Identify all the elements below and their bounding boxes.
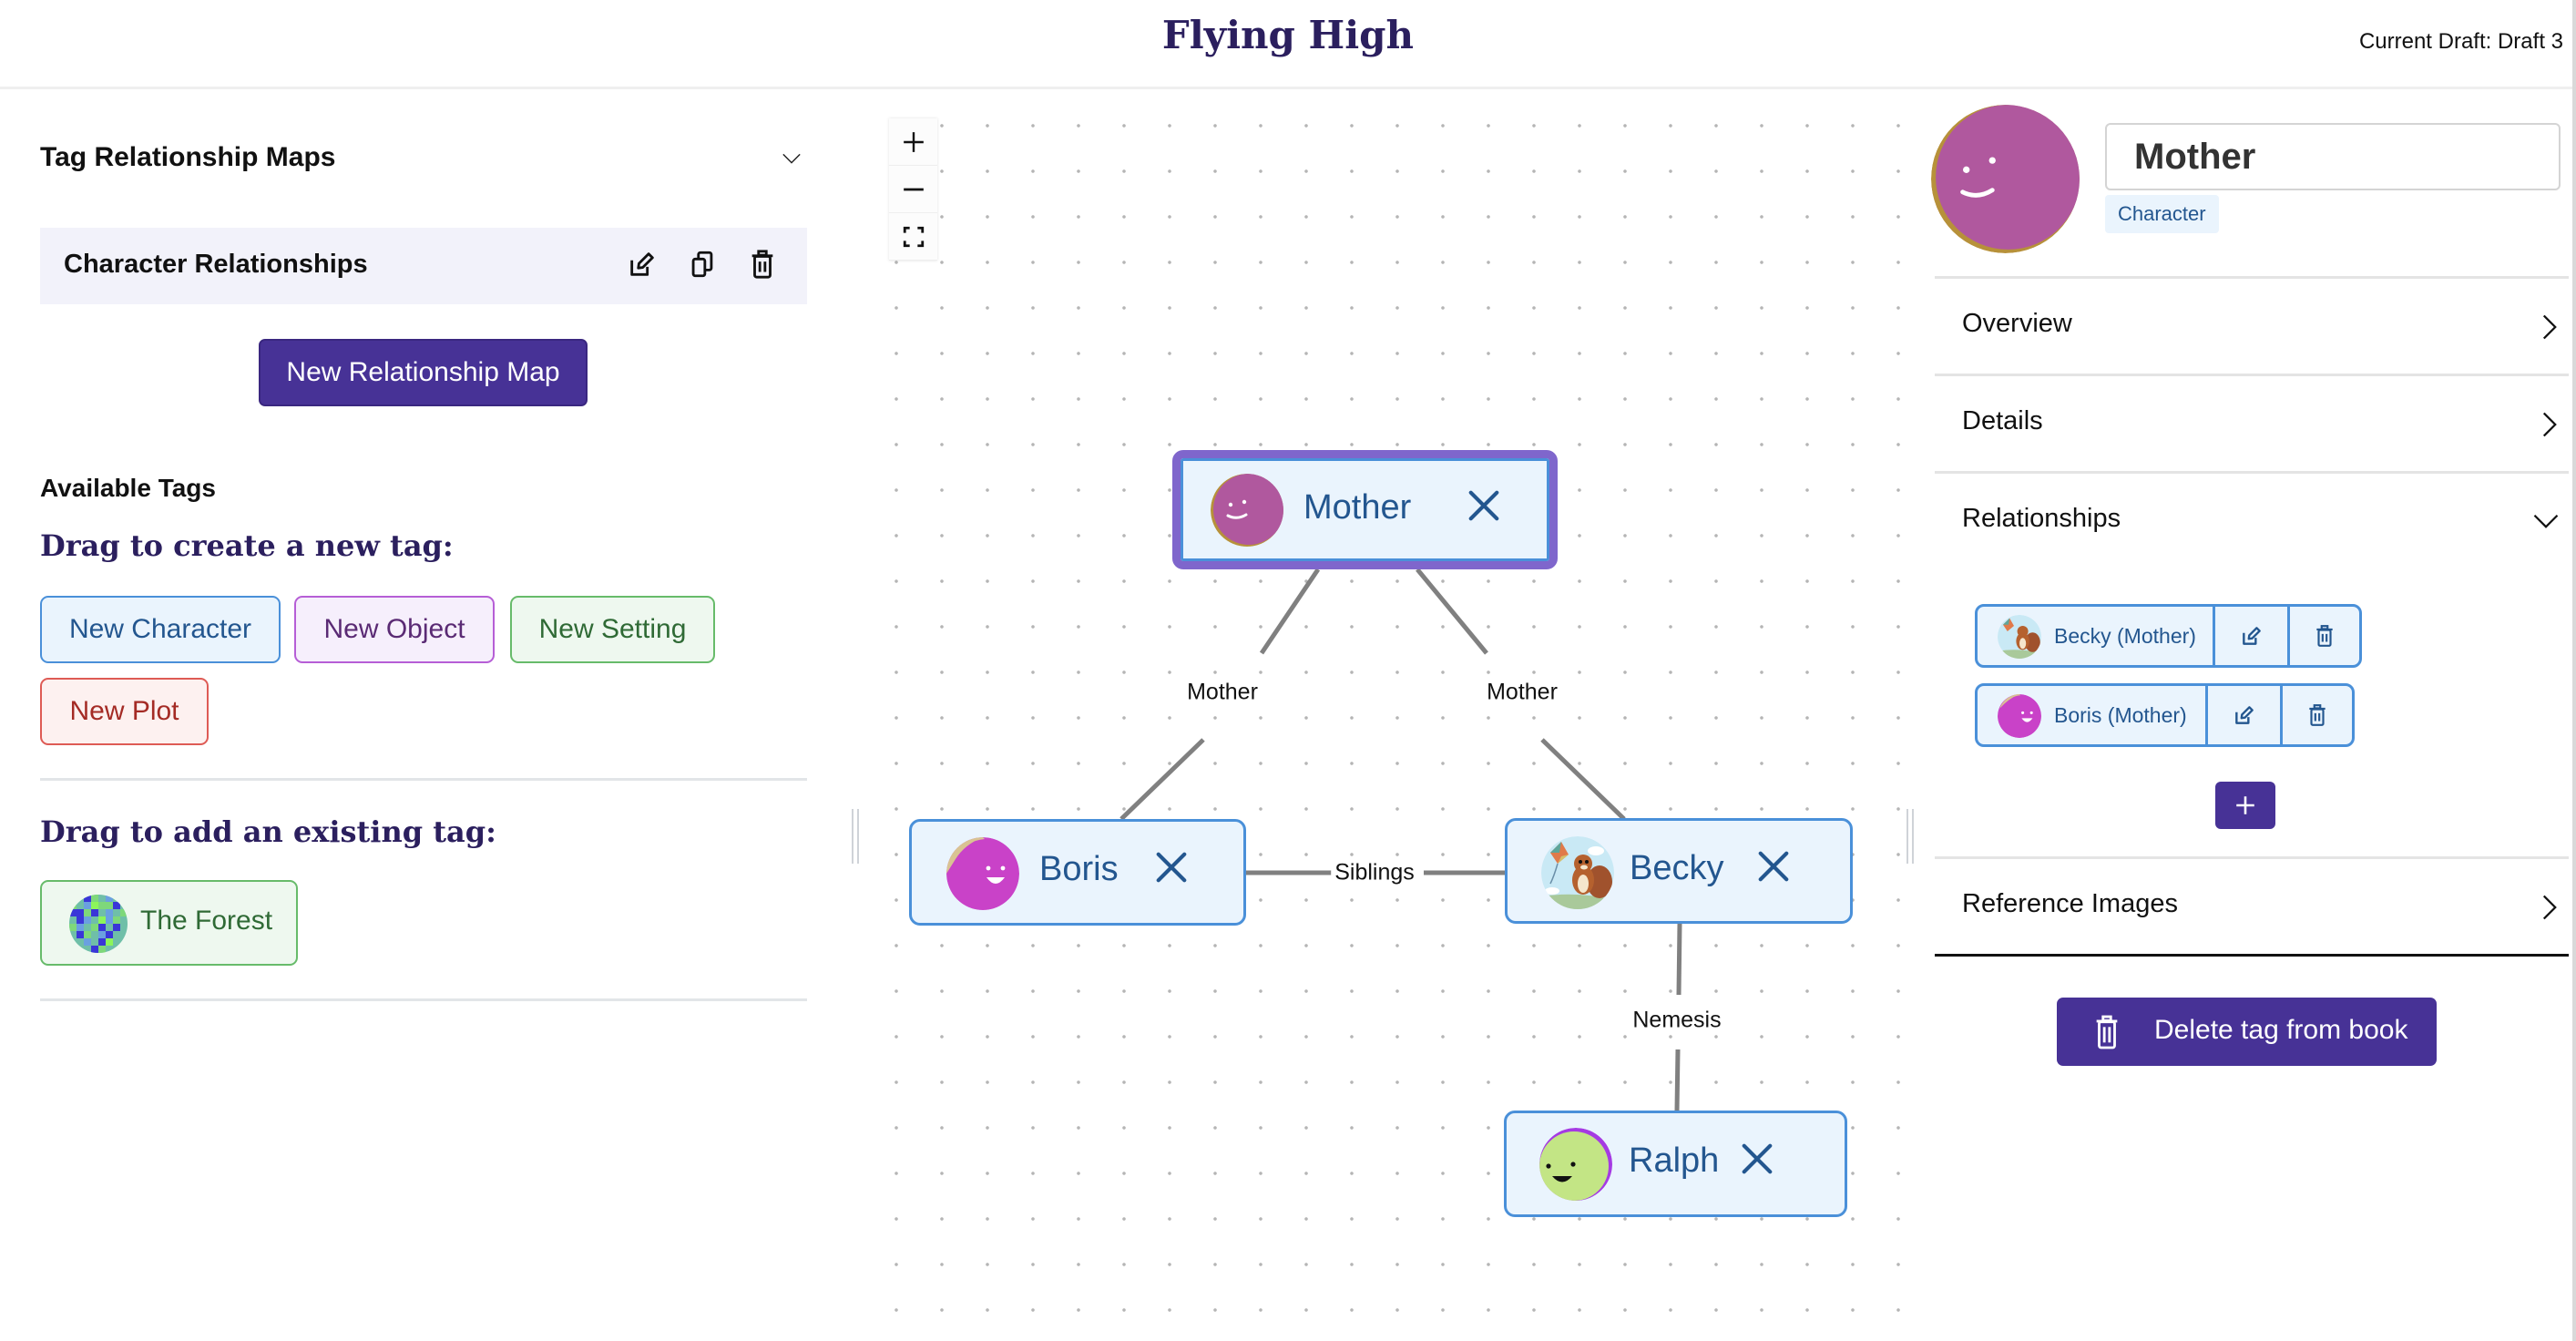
zoom-controls bbox=[889, 118, 937, 261]
edge-becky-ralph-a[interactable] bbox=[1676, 923, 1682, 996]
relationship-link[interactable]: Boris (Mother) bbox=[1978, 686, 2209, 744]
avatar bbox=[1211, 474, 1283, 547]
node-boris[interactable]: Boris bbox=[909, 819, 1246, 926]
window-edge bbox=[2572, 0, 2576, 1341]
add-relationship-button[interactable] bbox=[2215, 782, 2275, 829]
app-header: Flying High Current Draft: Draft 3 bbox=[0, 0, 2576, 89]
relationship-label: Becky (Mother) bbox=[2054, 624, 2196, 648]
edge-mother-becky-b[interactable] bbox=[1540, 738, 1626, 821]
create-tag-heading: Drag to create a new tag: bbox=[40, 528, 454, 563]
node-label: Ralph bbox=[1629, 1141, 1720, 1180]
existing-tag-the-forest[interactable]: The Forest bbox=[40, 880, 298, 966]
accordion-label: Overview bbox=[1962, 309, 2072, 338]
book-title: Flying High bbox=[1161, 13, 1415, 57]
divider bbox=[40, 998, 807, 1001]
available-tags-title: Available Tags bbox=[40, 474, 216, 502]
edge-label-mother-becky[interactable]: Mother bbox=[1483, 679, 1561, 706]
new-plot-tag[interactable]: New Plot bbox=[40, 678, 209, 745]
delete-relationship-button[interactable] bbox=[2280, 686, 2352, 744]
current-draft-label: Current Draft: Draft 3 bbox=[2358, 29, 2563, 54]
trash-icon bbox=[2316, 625, 2333, 647]
node-mother[interactable]: Mother bbox=[1172, 450, 1558, 569]
avatar bbox=[1541, 836, 1614, 909]
node-becky[interactable]: Becky bbox=[1505, 818, 1853, 924]
avatar bbox=[1998, 615, 2041, 659]
relationship-item: Becky (Mother) bbox=[1975, 604, 2362, 668]
edge-becky-ralph-b[interactable] bbox=[1674, 1049, 1681, 1111]
edit-relationship-button[interactable] bbox=[2208, 686, 2280, 744]
close-icon[interactable] bbox=[1756, 849, 1791, 884]
edit-icon[interactable] bbox=[627, 248, 658, 281]
relationship-map-item[interactable]: Character Relationships bbox=[40, 228, 807, 304]
existing-tag-heading: Drag to add an existing tag: bbox=[40, 814, 496, 849]
close-icon[interactable] bbox=[1740, 1141, 1774, 1176]
divider bbox=[1935, 954, 2569, 957]
zoom-in-button[interactable] bbox=[889, 118, 937, 166]
edge-mother-boris-a[interactable] bbox=[1259, 568, 1321, 655]
trash-icon[interactable] bbox=[747, 248, 778, 281]
node-label: Mother bbox=[1303, 488, 1412, 527]
edge-mother-boris-b[interactable] bbox=[1119, 738, 1205, 821]
chevron-right-icon bbox=[2540, 411, 2560, 438]
left-panel: Tag Relationship Maps Character Relation… bbox=[0, 91, 847, 1341]
plus-icon bbox=[2236, 796, 2254, 814]
relationship-link[interactable]: Becky (Mother) bbox=[1978, 607, 2216, 665]
tag-relationship-maps-title: Tag Relationship Maps bbox=[40, 142, 336, 172]
node-label: Boris bbox=[1039, 850, 1119, 888]
right-panel-resize-handle[interactable] bbox=[1906, 809, 1914, 864]
node-ralph[interactable]: Ralph bbox=[1504, 1111, 1847, 1217]
relationship-item: Boris (Mother) bbox=[1975, 683, 2355, 747]
edge-label-mother-boris[interactable]: Mother bbox=[1183, 679, 1262, 706]
node-label: Becky bbox=[1630, 849, 1724, 887]
chevron-right-icon bbox=[2540, 313, 2560, 341]
accordion-label: Relationships bbox=[1962, 504, 2121, 533]
close-icon[interactable] bbox=[1154, 850, 1189, 885]
edit-icon bbox=[2242, 627, 2261, 645]
map-item-label: Character Relationships bbox=[64, 250, 368, 279]
edge-mother-becky-a[interactable] bbox=[1416, 568, 1488, 655]
edit-icon bbox=[2234, 706, 2254, 724]
avatar bbox=[1998, 694, 2041, 738]
edge-label-becky-ralph[interactable]: Nemesis bbox=[1629, 1007, 1725, 1034]
forest-avatar bbox=[69, 895, 128, 953]
edit-relationship-button[interactable] bbox=[2215, 607, 2287, 665]
fit-view-button[interactable] bbox=[889, 213, 937, 261]
chevron-down-icon[interactable] bbox=[782, 148, 802, 169]
delete-relationship-button[interactable] bbox=[2287, 607, 2359, 665]
relationship-label: Boris (Mother) bbox=[2054, 703, 2187, 727]
avatar bbox=[946, 837, 1019, 910]
tag-type-badge: Character bbox=[2105, 195, 2219, 233]
fullscreen-icon bbox=[903, 226, 924, 247]
chevron-right-icon bbox=[2540, 894, 2560, 921]
new-character-tag[interactable]: New Character bbox=[40, 596, 281, 663]
zoom-out-button[interactable] bbox=[889, 166, 937, 213]
new-setting-tag[interactable]: New Setting bbox=[510, 596, 715, 663]
new-relationship-map-button[interactable]: New Relationship Map bbox=[259, 339, 588, 406]
tag-detail-panel: Character Overview Details Relationships… bbox=[1922, 91, 2576, 1341]
divider bbox=[40, 778, 807, 781]
accordion-reference-images[interactable]: Reference Images bbox=[1935, 856, 2569, 954]
new-object-tag[interactable]: New Object bbox=[294, 596, 495, 663]
avatar bbox=[1539, 1128, 1612, 1201]
accordion-relationships[interactable]: Relationships bbox=[1935, 471, 2569, 568]
relationship-map-canvas[interactable]: Mother Mother Siblings Nemesis Mother Bo… bbox=[861, 91, 1904, 1341]
plus-icon bbox=[903, 131, 924, 152]
copy-icon[interactable] bbox=[687, 248, 718, 281]
accordion-label: Reference Images bbox=[1962, 889, 2178, 918]
accordion-overview[interactable]: Overview bbox=[1935, 276, 2569, 374]
tag-name-input[interactable] bbox=[2105, 123, 2561, 190]
tag-avatar[interactable] bbox=[1931, 105, 2080, 253]
accordion-details[interactable]: Details bbox=[1935, 374, 2569, 471]
close-icon[interactable] bbox=[1467, 488, 1501, 523]
delete-tag-label: Delete tag from book bbox=[2154, 1015, 2408, 1045]
accordion-label: Details bbox=[1962, 406, 2043, 435]
left-panel-resize-handle[interactable] bbox=[852, 809, 859, 864]
trash-icon bbox=[2309, 704, 2326, 726]
minus-icon bbox=[903, 188, 924, 190]
edge-label-boris-becky[interactable]: Siblings bbox=[1331, 859, 1418, 886]
existing-tag-label: The Forest bbox=[140, 906, 273, 936]
delete-tag-button[interactable]: Delete tag from book bbox=[2057, 998, 2437, 1066]
chevron-down-icon bbox=[2532, 512, 2560, 530]
trash-icon bbox=[2091, 1014, 2122, 1050]
